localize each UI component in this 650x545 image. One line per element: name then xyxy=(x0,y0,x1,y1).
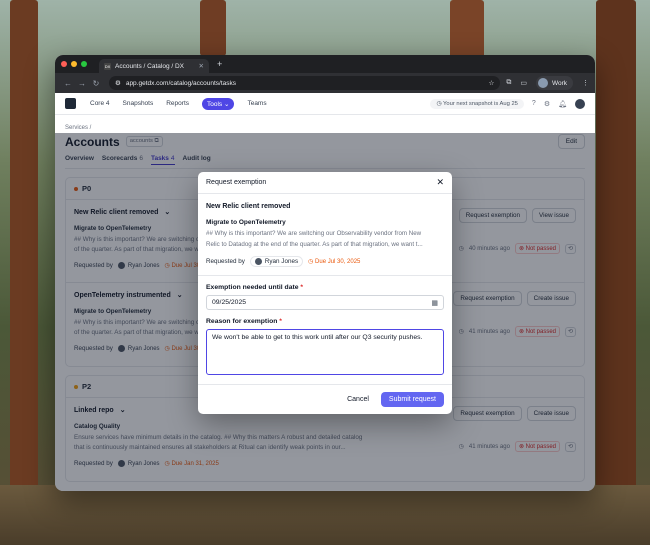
date-value: 09/25/2025 xyxy=(212,299,247,307)
close-icon[interactable]: ✕ xyxy=(436,177,444,188)
submit-request-button[interactable]: Submit request xyxy=(380,392,444,407)
tree-trunk xyxy=(596,0,636,545)
nav-tools-label: Tools xyxy=(207,100,223,108)
maximize-window-button[interactable] xyxy=(81,61,87,67)
profile-name: Work xyxy=(551,79,567,87)
required-mark: * xyxy=(300,284,304,292)
close-tab-icon[interactable]: ✕ xyxy=(199,62,204,70)
reason-textarea[interactable]: We won't be able to get to this work unt… xyxy=(206,329,444,376)
requested-by-label: Requested by xyxy=(206,258,245,266)
due-date: ◷ Due Jul 30, 2025 xyxy=(308,259,361,266)
user-avatar[interactable] xyxy=(575,98,585,109)
app-logo[interactable] xyxy=(65,98,76,109)
required-mark: * xyxy=(279,318,282,326)
divider xyxy=(198,275,452,277)
minimize-window-button[interactable] xyxy=(71,61,77,67)
site-info-icon[interactable]: ⚙ xyxy=(115,79,121,87)
requester-name: Ryan Jones xyxy=(264,258,299,266)
back-icon[interactable]: ← xyxy=(61,79,75,88)
dialog-footer: Cancel Submit request xyxy=(198,384,452,414)
requester-chip: Ryan Jones xyxy=(249,256,304,268)
window-controls xyxy=(61,61,87,67)
breadcrumb[interactable]: Services / xyxy=(65,125,585,131)
address-bar[interactable]: ⚙ app.getdx.com/catalog/accounts/tasks ☆ xyxy=(109,76,501,90)
due-text: Due Jul 30, 2025 xyxy=(315,259,361,266)
nav-reports[interactable]: Reports xyxy=(166,100,189,107)
check-name: New Relic client removed xyxy=(206,203,291,210)
help-icon[interactable]: ? xyxy=(532,100,536,107)
exemption-date-input[interactable]: 09/25/2025 ▦ xyxy=(206,295,444,311)
url-text: app.getdx.com/catalog/accounts/tasks xyxy=(125,79,237,87)
nav-teams[interactable]: Teams xyxy=(247,100,266,107)
snapshot-text: Your next snapshot is Aug 25 xyxy=(443,100,518,107)
tab-title: Accounts / Catalog / DX xyxy=(115,62,185,70)
browser-tab[interactable]: DX Accounts / Catalog / DX ✕ xyxy=(99,59,209,73)
label-text: Reason for exemption xyxy=(206,318,278,326)
label-text: Exemption needed until date xyxy=(206,284,299,292)
requested-by-row: Requested by Ryan Jones ◷ Due Jul 30, 20… xyxy=(206,256,444,268)
url-bar: ← → ↻ ⚙ app.getdx.com/catalog/accounts/t… xyxy=(55,73,595,93)
close-window-button[interactable] xyxy=(61,61,67,67)
reason-field-label: Reason for exemption * xyxy=(206,318,444,325)
sidebar-icon[interactable]: ▭ xyxy=(520,79,527,87)
cancel-button[interactable]: Cancel xyxy=(347,396,369,403)
notifications-bell-icon[interactable]: 🔔︎ xyxy=(558,100,567,108)
profile-button[interactable]: Work xyxy=(535,76,573,90)
calendar-icon[interactable]: ▦ xyxy=(431,299,438,307)
description-line: ## Why is this important? We are switchi… xyxy=(206,230,422,237)
menu-icon[interactable]: ⋮ xyxy=(582,79,589,87)
favicon-icon: DX xyxy=(104,62,111,70)
tree-trunk xyxy=(200,0,226,56)
description-line: Relic to Datadog at the end of the quart… xyxy=(206,240,423,248)
date-field-label: Exemption needed until date * xyxy=(206,284,444,291)
nav-core4[interactable]: Core 4 xyxy=(90,100,110,107)
chevron-down-icon: ⌄ xyxy=(224,100,230,108)
extensions-icon[interactable]: ⧉ xyxy=(506,79,511,87)
dialog-header: Request exemption ✕ xyxy=(198,172,452,194)
reload-icon[interactable]: ↻ xyxy=(89,79,103,88)
initiative-description: ## Why is this important? We are switchi… xyxy=(206,229,444,250)
settings-gear-icon[interactable]: ⚙ xyxy=(544,100,550,108)
dialog-title: Request exemption xyxy=(206,179,267,186)
tab-bar: DX Accounts / Catalog / DX ✕ + xyxy=(55,55,595,73)
dialog-body: New Relic client removed Migrate to Open… xyxy=(198,194,452,376)
snapshot-pill[interactable]: ◷ Your next snapshot is Aug 25 xyxy=(430,98,524,109)
forward-icon[interactable]: → xyxy=(75,79,89,88)
tree-trunk xyxy=(10,0,38,545)
request-exemption-dialog: Request exemption ✕ New Relic client rem… xyxy=(198,172,452,414)
nav-tools[interactable]: Tools ⌄ xyxy=(202,97,235,110)
tree-trunk xyxy=(450,0,484,60)
initiative-name: Migrate to OpenTelemetry xyxy=(206,219,286,226)
app-navigation: Core 4 Snapshots Reports Tools ⌄ Teams ◷… xyxy=(55,93,595,115)
forest-floor xyxy=(0,485,650,545)
avatar xyxy=(254,258,262,266)
bookmark-star-icon[interactable]: ☆ xyxy=(488,79,494,87)
nav-snapshots[interactable]: Snapshots xyxy=(123,100,154,107)
profile-avatar xyxy=(537,78,548,88)
new-tab-icon[interactable]: + xyxy=(217,59,222,69)
